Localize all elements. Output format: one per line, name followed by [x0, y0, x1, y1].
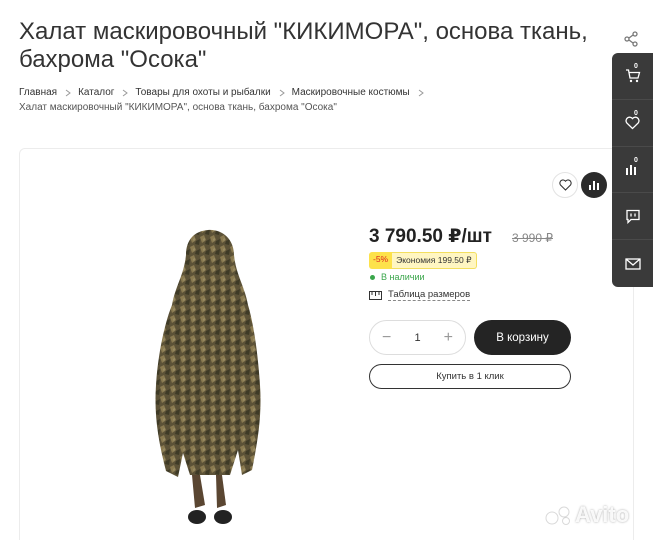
bar-chart-icon — [589, 181, 599, 190]
compare-count: 0 — [634, 156, 638, 164]
chevron-right-icon — [418, 89, 424, 97]
sidebar-chat[interactable] — [612, 193, 653, 241]
avito-logo-icon — [545, 506, 570, 525]
cart-count: 0 — [634, 63, 638, 70]
page-title: Халат маскировочный "КИКИМОРА", основа т… — [19, 18, 588, 73]
in-stock-dot-icon — [370, 274, 375, 280]
add-to-cart-button[interactable]: В корзину — [474, 320, 571, 355]
old-price: 3 990 ₽ — [512, 231, 553, 245]
cart-icon — [625, 69, 640, 83]
quantity-stepper[interactable]: − 1 + — [369, 320, 466, 355]
product-price: 3 790.50 ₽/шт — [369, 226, 492, 247]
compare-button[interactable] — [581, 172, 607, 198]
favorites-count: 0 — [634, 109, 638, 117]
product-image — [155, 229, 261, 524]
heart-icon — [625, 116, 640, 130]
favorite-button[interactable] — [552, 172, 578, 198]
mail-icon — [624, 257, 641, 270]
quantity-decrease-button[interactable]: − — [382, 329, 391, 346]
ruler-icon — [369, 290, 382, 300]
bar-chart-icon — [626, 165, 636, 176]
share-icon[interactable] — [622, 30, 640, 48]
buy-one-click-button[interactable]: Купить в 1 клик — [369, 364, 571, 389]
discount-badge: -5% — [369, 252, 393, 269]
quantity-value[interactable]: 1 — [414, 332, 420, 344]
chevron-right-icon — [123, 89, 129, 97]
watermark-text: Avito — [575, 502, 630, 527]
discount-badges: -5% Экономия 199.50 ₽ — [369, 252, 477, 269]
stock-label: В наличии — [381, 272, 425, 282]
sidebar-panel: 0 0 0 — [612, 53, 653, 287]
economy-badge: Экономия 199.50 ₽ — [392, 252, 477, 269]
sidebar-favorites[interactable]: 0 — [612, 100, 653, 147]
quantity-increase-button[interactable]: + — [444, 329, 453, 346]
breadcrumb: Главная Каталог Товары для охоты и рыбал… — [19, 86, 609, 115]
heart-icon — [558, 179, 572, 191]
sidebar-compare[interactable]: 0 — [612, 147, 653, 194]
chat-icon — [625, 209, 640, 224]
size-table-label[interactable]: Таблица размеров — [388, 289, 471, 301]
chevron-right-icon — [279, 89, 285, 97]
stock-status: В наличии — [370, 272, 425, 282]
breadcrumb-current: Халат маскировочный "КИКИМОРА", основа т… — [19, 102, 337, 113]
avito-watermark: Avito — [545, 500, 645, 530]
breadcrumb-camo-suits[interactable]: Маскировочные костюмы — [292, 86, 410, 100]
size-table-link[interactable]: Таблица размеров — [369, 289, 471, 301]
sidebar-cart[interactable]: 0 — [612, 53, 653, 100]
breadcrumb-catalog[interactable]: Каталог — [78, 86, 114, 100]
breadcrumb-hunting[interactable]: Товары для охоты и рыбалки — [135, 86, 270, 100]
sidebar-mail[interactable] — [612, 240, 653, 287]
chevron-right-icon — [65, 89, 71, 97]
breadcrumb-home[interactable]: Главная — [19, 86, 57, 100]
